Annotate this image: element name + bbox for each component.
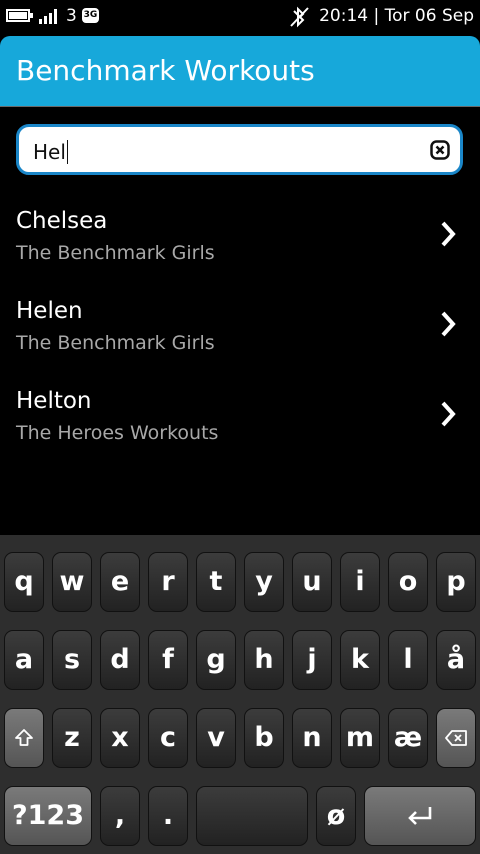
signal-strength-icon: [39, 8, 61, 24]
workout-category: The Heroes Workouts: [16, 422, 219, 444]
list-item[interactable]: Helton The Heroes Workouts: [0, 388, 480, 478]
search-input[interactable]: Hel: [16, 124, 463, 175]
carrier-label: 3: [66, 6, 77, 26]
key-r[interactable]: r: [148, 552, 188, 612]
enter-icon: [408, 807, 432, 825]
chevron-right-icon: [441, 221, 456, 247]
key-t[interactable]: t: [196, 552, 236, 612]
text-cursor: [66, 140, 68, 164]
key-y[interactable]: y: [244, 552, 284, 612]
key-period[interactable]: .: [148, 786, 188, 846]
status-datetime: 20:14 | Tor 06 Sep: [319, 6, 474, 26]
key-f[interactable]: f: [148, 630, 188, 690]
key-u[interactable]: u: [292, 552, 332, 612]
key-n[interactable]: n: [292, 708, 332, 768]
key-comma[interactable]: ,: [100, 786, 140, 846]
key-s[interactable]: s: [52, 630, 92, 690]
list-item[interactable]: Helen The Benchmark Girls: [0, 298, 480, 388]
shift-key[interactable]: [4, 708, 44, 768]
title-bar: Benchmark Workouts: [0, 36, 480, 106]
key-m[interactable]: m: [340, 708, 380, 768]
key-h[interactable]: h: [244, 630, 284, 690]
key-q[interactable]: q: [4, 552, 44, 612]
key-ae[interactable]: æ: [388, 708, 428, 768]
chevron-right-icon: [441, 311, 456, 337]
page-title: Benchmark Workouts: [16, 54, 315, 87]
key-c[interactable]: c: [148, 708, 188, 768]
key-i[interactable]: i: [340, 552, 380, 612]
clear-search-icon[interactable]: [430, 140, 450, 160]
key-g[interactable]: g: [196, 630, 236, 690]
network-type-badge: 3G: [82, 8, 99, 23]
workout-category: The Benchmark Girls: [16, 242, 215, 264]
key-b[interactable]: b: [244, 708, 284, 768]
search-input-text: Hel: [33, 140, 68, 164]
key-o[interactable]: o: [388, 552, 428, 612]
workout-name: Chelsea: [16, 208, 108, 234]
chevron-right-icon: [441, 401, 456, 427]
workout-name: Helton: [16, 388, 92, 414]
workout-name: Helen: [16, 298, 83, 324]
backspace-key[interactable]: [436, 708, 476, 768]
key-l[interactable]: l: [388, 630, 428, 690]
key-v[interactable]: v: [196, 708, 236, 768]
key-a-ring[interactable]: å: [436, 630, 476, 690]
key-x[interactable]: x: [100, 708, 140, 768]
key-k[interactable]: k: [340, 630, 380, 690]
key-z[interactable]: z: [52, 708, 92, 768]
key-j[interactable]: j: [292, 630, 332, 690]
bluetooth-off-icon: [290, 6, 309, 28]
shift-icon: [15, 729, 33, 746]
battery-icon: [6, 9, 33, 22]
status-bar: 3 3G 20:14 | Tor 06 Sep: [0, 0, 480, 36]
space-key[interactable]: [196, 786, 308, 846]
workout-category: The Benchmark Girls: [16, 332, 215, 354]
list-item[interactable]: Chelsea The Benchmark Girls: [0, 208, 480, 298]
backspace-icon: [445, 730, 467, 746]
key-p[interactable]: p: [436, 552, 476, 612]
key-a[interactable]: a: [4, 630, 44, 690]
key-e[interactable]: e: [100, 552, 140, 612]
enter-key[interactable]: [364, 786, 476, 846]
virtual-keyboard: q w e r t y u i o p a s d f g h j k l å …: [0, 535, 480, 854]
title-divider: [0, 106, 480, 107]
key-o-slash[interactable]: ø: [316, 786, 356, 846]
key-w[interactable]: w: [52, 552, 92, 612]
key-d[interactable]: d: [100, 630, 140, 690]
symbols-key[interactable]: ?123: [4, 786, 92, 846]
